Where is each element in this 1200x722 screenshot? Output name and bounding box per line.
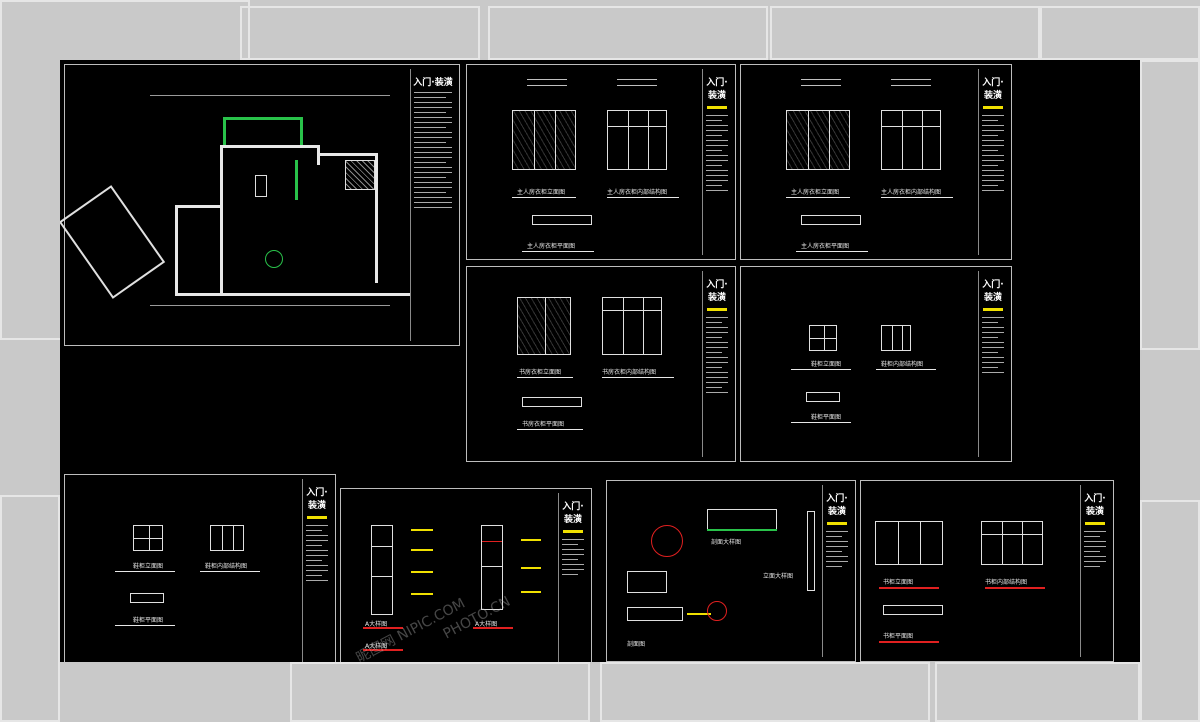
caption-plan: 书柜平面图 xyxy=(883,633,914,640)
caption-inner: 鞋柜内部结构图 xyxy=(205,563,248,570)
caption-front: 书柜立面图 xyxy=(883,579,914,586)
title-block: 入门·装潢 xyxy=(1080,485,1109,657)
detail-caption: A大样图 xyxy=(365,621,388,628)
sheet-floor-plan[interactable]: 入门·装潢 xyxy=(60,64,460,346)
background-sheet xyxy=(240,6,480,60)
caption-inner: 鞋柜内部结构图 xyxy=(881,361,924,368)
cabinet-interior xyxy=(881,325,911,351)
caption-front: 书房衣柜立面图 xyxy=(519,369,562,376)
cabinet-interior xyxy=(210,525,244,551)
sheet-wardrobe-master-a[interactable]: 入门·装潢 主人房衣柜立面图 主人房衣柜内部结构图 主人房衣柜平面图 xyxy=(466,64,736,260)
caption-plan: 书房衣柜平面图 xyxy=(522,421,565,428)
background-sheet xyxy=(770,6,1040,60)
drawing-canvas[interactable]: 入门·装潢 入门·装潢 主人房衣柜立面图 主人房衣柜内部结构图 主人房衣柜平面图… xyxy=(60,60,1140,662)
title-block: 入门·装潢 xyxy=(978,271,1007,457)
detail-caption: 立面大样图 xyxy=(763,573,794,580)
title-block: 入门·装潢 xyxy=(558,493,587,662)
title-block: 入门·装潢 xyxy=(302,479,331,662)
sheet-shoe-cabinet-b[interactable]: 入门·装潢 鞋柜立面图 鞋柜内部结构图 鞋柜平面图 xyxy=(64,474,336,662)
sheet-detail-b[interactable]: 入门·装潢 剖面大样图 立面大样图 剖面图 xyxy=(606,480,856,662)
background-sheet xyxy=(600,662,930,722)
caption-plan: 鞋柜平面图 xyxy=(133,617,164,624)
background-sheet xyxy=(1140,60,1200,350)
title-block: 入门·装潢 xyxy=(702,69,731,255)
sheet-shoe-cabinet-a[interactable]: 入门·装潢 鞋柜立面图 鞋柜内部结构图 鞋柜平面图 xyxy=(740,266,1012,462)
logo: 入门·装潢 xyxy=(413,78,453,88)
cabinet-interior xyxy=(602,297,662,355)
title-block: 入门·装潢 xyxy=(978,69,1007,255)
detail-drawing xyxy=(371,525,393,615)
background-sheet xyxy=(935,662,1140,722)
caption-plan: 鞋柜平面图 xyxy=(811,414,842,421)
cabinet-elevation xyxy=(875,521,943,565)
detail-caption: 剖面图 xyxy=(627,641,646,648)
caption-front: 主人房衣柜立面图 xyxy=(517,189,566,196)
caption-plan: 主人房衣柜平面图 xyxy=(527,243,576,250)
background-sheet xyxy=(290,662,590,722)
cabinet-elevation xyxy=(512,110,576,170)
cabinet-interior xyxy=(981,521,1043,565)
caption-inner: 书柜内部结构图 xyxy=(985,579,1028,586)
caption-front: 主人房衣柜立面图 xyxy=(791,189,840,196)
cabinet-elevation xyxy=(809,325,837,351)
caption-plan: 主人房衣柜平面图 xyxy=(801,243,850,250)
caption-inner: 书房衣柜内部结构图 xyxy=(602,369,657,376)
cabinet-elevation xyxy=(786,110,850,170)
caption-inner: 主人房衣柜内部结构图 xyxy=(881,189,942,196)
cabinet-interior xyxy=(881,110,941,170)
cabinet-elevation xyxy=(517,297,571,355)
background-sheet xyxy=(0,495,60,722)
cabinet-elevation xyxy=(133,525,163,551)
caption-inner: 主人房衣柜内部结构图 xyxy=(607,189,668,196)
title-block: 入门·装潢 xyxy=(822,485,851,657)
caption-front: 鞋柜立面图 xyxy=(133,563,164,570)
background-sheet xyxy=(1140,500,1200,722)
sheet-detail-c[interactable]: 入门·装潢 书柜立面图 书柜内部结构图 书柜平面图 xyxy=(860,480,1114,662)
background-sheet xyxy=(488,6,768,60)
title-block: 入门·装潢 xyxy=(410,69,455,341)
caption-front: 鞋柜立面图 xyxy=(811,361,842,368)
background-sheet xyxy=(1040,6,1200,60)
cabinet-interior xyxy=(607,110,667,170)
detail-caption: 剖面大样图 xyxy=(711,539,742,546)
sheet-wardrobe-master-b[interactable]: 入门·装潢 主人房衣柜立面图 主人房衣柜内部结构图 主人房衣柜平面图 xyxy=(740,64,1012,260)
sheet-wardrobe-study[interactable]: 入门·装潢 书房衣柜立面图 书房衣柜内部结构图 书房衣柜平面图 xyxy=(466,266,736,462)
title-block: 入门·装潢 xyxy=(702,271,731,457)
